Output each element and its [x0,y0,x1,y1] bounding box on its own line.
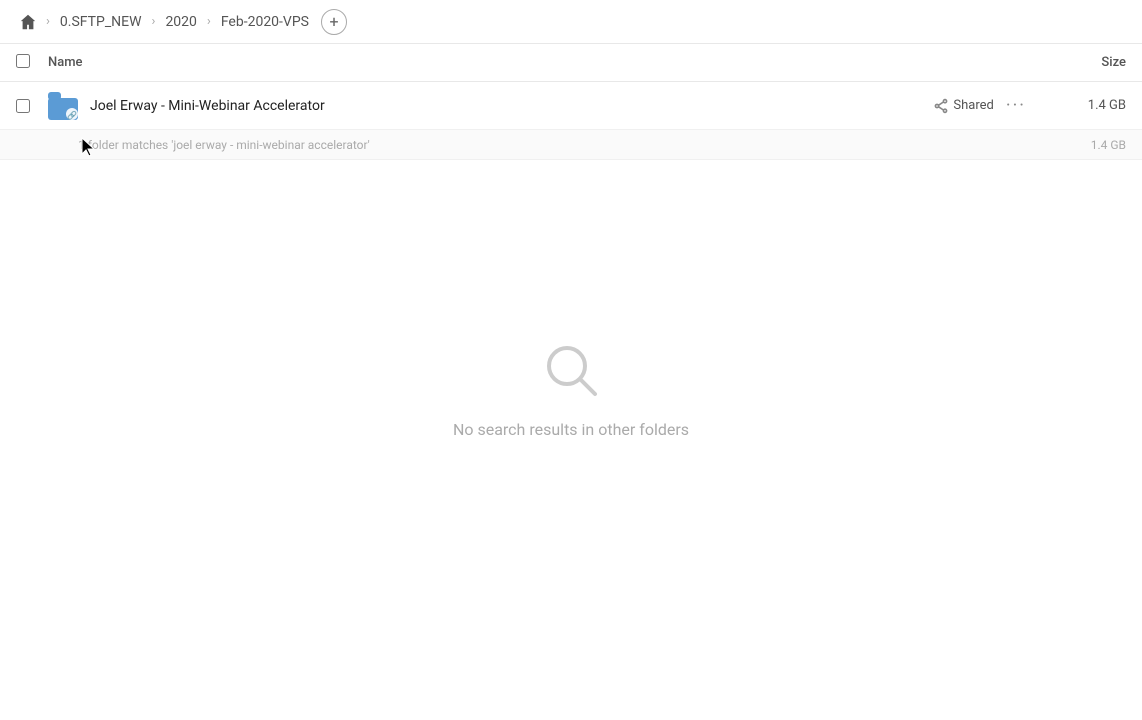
file-row[interactable]: 🔗 Joel Erway - Mini-Webinar Accelerator … [0,82,1142,130]
select-all-input[interactable] [16,54,30,68]
select-all-checkbox[interactable] [16,53,40,72]
file-actions: Shared ··· [933,93,1030,118]
match-text: 1 folder matches 'joel erway - mini-webi… [78,138,1046,152]
breadcrumb-separator-1: › [46,14,50,29]
home-button[interactable] [16,10,40,34]
shared-label: Shared [953,98,993,113]
file-size: 1.4 GB [1046,98,1126,113]
size-column-header: Size [1046,55,1126,70]
file-name: Joel Erway - Mini-Webinar Accelerator [90,98,933,114]
no-results-icon [541,340,601,404]
breadcrumb-item-2020[interactable]: 2020 [161,12,200,32]
file-checkbox[interactable] [16,99,40,113]
file-checkbox-input[interactable] [16,99,30,113]
breadcrumb-separator-2: › [152,14,156,29]
add-breadcrumb-button[interactable]: + [321,9,347,35]
breadcrumb-separator-3: › [207,14,211,29]
empty-state: No search results in other folders [0,160,1142,439]
shared-badge[interactable]: Shared [933,98,993,114]
match-row: 1 folder matches 'joel erway - mini-webi… [0,130,1142,160]
match-size: 1.4 GB [1046,138,1126,152]
more-options-button[interactable]: ··· [1002,93,1030,118]
svg-text:🔗: 🔗 [67,110,77,120]
folder-link-icon: 🔗 [48,90,80,122]
breadcrumb-bar: › 0.SFTP_NEW › 2020 › Feb-2020-VPS + [0,0,1142,44]
breadcrumb-item-feb[interactable]: Feb-2020-VPS [217,12,313,32]
no-results-text: No search results in other folders [453,420,689,439]
column-header: Name Size [0,44,1142,82]
breadcrumb-item-sftp[interactable]: 0.SFTP_NEW [56,12,146,32]
name-column-header: Name [48,55,1046,70]
